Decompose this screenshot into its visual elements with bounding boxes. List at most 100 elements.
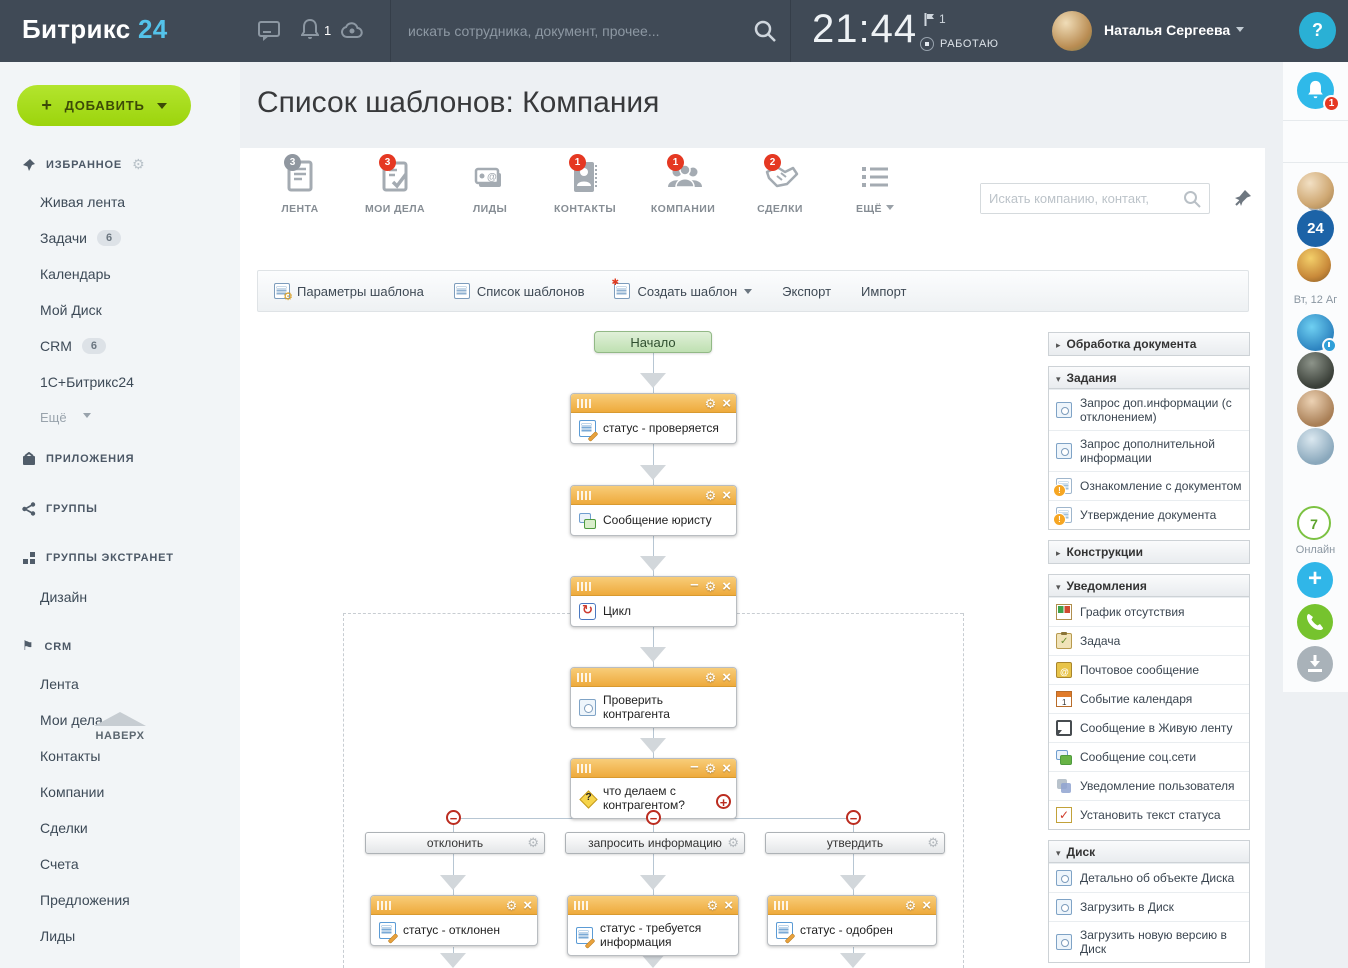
chat-avatar[interactable] <box>1297 314 1334 351</box>
node-verify-counterparty[interactable]: Проверить контрагента <box>570 667 737 728</box>
online-counter[interactable]: 7 <box>1297 506 1331 540</box>
notifications-button[interactable]: 1 <box>1297 72 1334 109</box>
groups-section-header[interactable]: ГРУППЫ <box>22 502 98 516</box>
palette-item[interactable]: Почтовое сообщение <box>1049 655 1249 684</box>
phone-button[interactable] <box>1297 604 1333 640</box>
messenger-icon[interactable] <box>258 21 282 42</box>
template-list-button[interactable]: Список шаблонов <box>454 283 585 299</box>
sidebar-item-contacts[interactable]: Контакты <box>40 748 100 764</box>
gear-icon[interactable] <box>705 578 717 596</box>
create-template-button[interactable]: Создать шаблон <box>614 283 752 299</box>
work-status[interactable]: РАБОТАЮ <box>920 37 999 51</box>
download-app-button[interactable] <box>1297 646 1333 682</box>
chat-avatar[interactable] <box>1297 352 1334 389</box>
gear-icon[interactable] <box>707 897 719 915</box>
apps-section-header[interactable]: ПРИЛОЖЕНИЯ <box>22 452 134 466</box>
palette-item[interactable]: Задача <box>1049 626 1249 655</box>
bitrix24-chat-button[interactable]: 24 <box>1297 210 1334 247</box>
tab-contacts[interactable]: 1 КОНТАКТЫ <box>539 160 631 215</box>
tab-leads[interactable]: @ ЛИДЫ <box>444 160 536 215</box>
palette-item[interactable]: График отсутствия <box>1049 597 1249 626</box>
sidebar-item-tasks[interactable]: Задачи6 <box>40 230 121 246</box>
sidebar-item-leads[interactable]: Лиды <box>40 928 75 944</box>
palette-item[interactable]: Ознакомление с документом <box>1049 471 1249 500</box>
sidebar-item-deals[interactable]: Сделки <box>40 820 88 836</box>
drag-handle[interactable] <box>577 764 593 773</box>
node-message-lawyer[interactable]: Сообщение юристу <box>570 485 737 536</box>
flag-counter[interactable]: 1 <box>924 12 946 26</box>
palette-item[interactable]: Загрузить в Диск <box>1049 892 1249 921</box>
pin-toggle-icon[interactable] <box>1233 188 1253 208</box>
branch-reject[interactable]: отклонить <box>365 832 545 854</box>
palette-item[interactable]: Детально об объекте Диска <box>1049 863 1249 892</box>
palette-item[interactable]: Событие календаря <box>1049 684 1249 713</box>
palette-item[interactable]: Запрос дополнительной информации <box>1049 430 1249 471</box>
gear-icon[interactable] <box>705 487 717 505</box>
import-button[interactable]: Импорт <box>861 284 906 299</box>
collapse-branch-button[interactable] <box>446 810 461 825</box>
clock[interactable]: 21:44 <box>812 7 917 52</box>
bell-icon[interactable] <box>301 19 319 41</box>
close-icon[interactable] <box>722 487 731 505</box>
template-params-button[interactable]: Параметры шаблона <box>274 283 424 299</box>
drag-handle[interactable] <box>774 901 790 910</box>
sidebar-item-more[interactable]: Ещё <box>40 410 91 425</box>
palette-item[interactable]: Уведомление пользователя <box>1049 771 1249 800</box>
tab-companies[interactable]: 1 КОМПАНИИ <box>637 160 729 215</box>
minimize-icon[interactable] <box>690 580 698 593</box>
tab-my-activities[interactable]: 3 МОИ ДЕЛА <box>349 160 441 215</box>
global-search-input[interactable] <box>408 16 748 46</box>
palette-item[interactable]: Сообщение в Живую ленту <box>1049 713 1249 742</box>
gear-icon[interactable] <box>905 897 917 915</box>
sidebar-item-design[interactable]: Дизайн <box>40 589 87 605</box>
search-icon[interactable] <box>1183 190 1201 208</box>
gear-icon[interactable]: ⚙ <box>132 157 145 173</box>
tab-more[interactable]: ЕЩЁ <box>829 160 921 215</box>
drag-handle[interactable] <box>377 901 393 910</box>
chat-avatar[interactable] <box>1297 428 1334 465</box>
palette-item[interactable]: Запрос доп.информации (с отклонением) <box>1049 389 1249 430</box>
drag-handle[interactable] <box>577 491 593 500</box>
palette-item[interactable]: Сообщение соц.сети <box>1049 742 1249 771</box>
chat-avatar[interactable] <box>1297 390 1334 427</box>
gear-icon[interactable] <box>705 395 717 413</box>
close-icon[interactable] <box>722 669 731 687</box>
palette-item[interactable]: Установить текст статуса <box>1049 800 1249 829</box>
workflow-start-node[interactable]: Начало <box>594 331 712 353</box>
sidebar-item-invoices[interactable]: Счета <box>40 856 79 872</box>
cloud-icon[interactable] <box>341 22 363 39</box>
branch-approve[interactable]: утвердить <box>765 832 945 854</box>
collapse-branch-button[interactable] <box>646 810 661 825</box>
notifications-count[interactable]: 1 <box>324 23 331 38</box>
palette-item[interactable]: Утверждение документа <box>1049 500 1249 529</box>
extranet-section-header[interactable]: ГРУППЫ ЭКСТРАНЕТ <box>22 551 174 565</box>
node-loop[interactable]: Цикл <box>570 576 737 627</box>
drag-handle[interactable] <box>577 399 593 408</box>
chat-avatar[interactable] <box>1297 248 1331 282</box>
add-branch-button[interactable] <box>716 794 731 809</box>
close-icon[interactable] <box>722 578 731 596</box>
invite-button[interactable]: + <box>1297 562 1333 598</box>
sidebar-item-my-disk[interactable]: Мой Диск <box>40 302 102 318</box>
help-button[interactable]: ? <box>1299 12 1336 49</box>
drag-handle[interactable] <box>577 673 593 682</box>
close-icon[interactable] <box>523 897 532 915</box>
node-status-rejected[interactable]: статус - отклонен <box>370 895 538 946</box>
palette-item[interactable]: Загрузить новую версию в Диск <box>1049 921 1249 962</box>
node-status-approved[interactable]: статус - одобрен <box>767 895 937 946</box>
node-status-check[interactable]: статус - проверяется <box>570 393 737 444</box>
add-button[interactable]: + ДОБАВИТЬ <box>17 85 191 126</box>
collapse-branch-button[interactable] <box>846 810 861 825</box>
sidebar-item-live-feed[interactable]: Живая лента <box>40 194 125 210</box>
sidebar-item-crm[interactable]: CRM6 <box>40 338 106 354</box>
user-avatar[interactable] <box>1052 11 1092 51</box>
sidebar-item-calendar[interactable]: Календарь <box>40 266 111 282</box>
sidebar-item-companies[interactable]: Компании <box>40 784 104 800</box>
close-icon[interactable] <box>722 760 731 778</box>
drag-handle[interactable] <box>577 582 593 591</box>
favorites-section-header[interactable]: ИЗБРАННОЕ ⚙ <box>22 157 145 173</box>
branch-request-info[interactable]: запросить информацию <box>565 832 745 854</box>
tab-feed[interactable]: 3 ЛЕНТА <box>254 160 346 215</box>
crm-search-input[interactable] <box>981 184 1171 213</box>
back-to-top-button[interactable]: НАВЕРХ <box>60 712 180 742</box>
